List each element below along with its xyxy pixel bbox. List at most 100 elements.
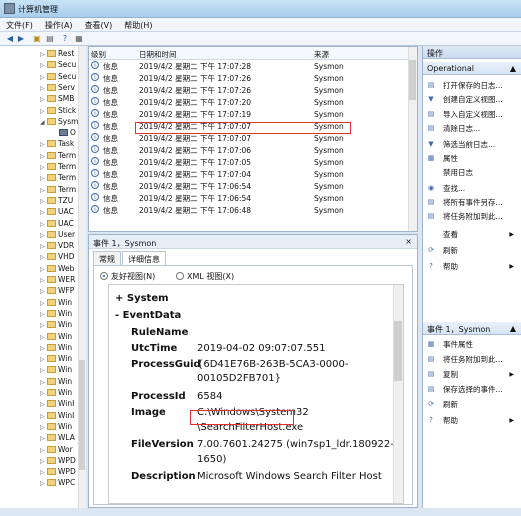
folder-icon (47, 389, 56, 396)
action-item[interactable]: ◉ 查找... (423, 182, 521, 195)
up-folder-icon[interactable]: ▣ (32, 34, 42, 44)
radio-friendly[interactable] (100, 272, 108, 280)
detail-scrollbar[interactable] (393, 285, 403, 503)
tab-details[interactable]: 详细信息 (122, 251, 166, 265)
action-item[interactable]: ▤ 打开保存的日志... (423, 79, 521, 92)
tree-item-label: Task (58, 139, 75, 149)
copy-icon: ▤ (427, 370, 435, 378)
folder-icon (47, 174, 56, 182)
menu-help[interactable]: 帮助(H) (118, 18, 158, 31)
tab-general[interactable]: 常规 (93, 251, 121, 265)
action-item[interactable]: ▤ 将任务附加到此... (423, 210, 521, 223)
back-icon[interactable]: ◀ (5, 34, 15, 44)
list-scroll-thumb[interactable] (409, 60, 416, 100)
action-item[interactable]: ▤ 将任务附加到此... (423, 353, 521, 366)
help-icon[interactable]: ? (60, 34, 70, 44)
task-icon: ▤ (427, 212, 435, 220)
action-item[interactable]: ? 帮助 ▶ (423, 260, 521, 273)
tree-scroll-thumb[interactable] (79, 360, 85, 470)
tree-item-label: User (58, 229, 76, 239)
system-node[interactable]: + System (115, 293, 169, 304)
action-item[interactable]: 禁用日志 (423, 166, 521, 179)
toolbar: ◀ ▶ ▣ ▤ ? ▦ (0, 32, 521, 46)
actions-section-operational[interactable]: Operational ▲ (423, 62, 521, 75)
processguid-key: ProcessGuid (131, 359, 201, 370)
cell-datetime: 2019/4/2 星期二 下午 17:07:05 (139, 158, 252, 167)
action-label: 查找... (443, 184, 466, 193)
cell-source: Sysmon (314, 170, 344, 179)
menu-action[interactable]: 操作(A) (39, 18, 79, 31)
menu-view[interactable]: 查看(V) (79, 18, 119, 31)
actions-section-event[interactable]: 事件 1，Sysmon ▲ (423, 322, 521, 335)
table-row[interactable]: i 信息 2019/4/2 星期二 下午 17:07:06 Sysmon (89, 145, 409, 157)
info-icon: i (91, 169, 99, 177)
table-row[interactable]: i 信息 2019/4/2 星期二 下午 17:07:26 Sysmon (89, 73, 409, 85)
detail-scroll-thumb[interactable] (394, 321, 402, 381)
expanded-triangle-icon[interactable]: ◢ (40, 117, 47, 128)
utctime-value: 2019-04-02 09:07:07.551 (197, 343, 326, 354)
action-item[interactable]: 查看 ▶ (423, 228, 521, 241)
table-row[interactable]: i 信息 2019/4/2 星期二 下午 17:07:28 Sysmon (89, 61, 409, 73)
info-icon: i (91, 193, 99, 201)
folder-icon (47, 332, 56, 340)
table-row[interactable]: i 信息 2019/4/2 星期二 下午 17:07:04 Sysmon (89, 169, 409, 181)
table-row[interactable]: i 信息 2019/4/2 星期二 下午 17:07:26 Sysmon (89, 85, 409, 97)
folder-icon (47, 140, 56, 148)
submenu-arrow-icon: ▶ (509, 231, 514, 238)
table-row[interactable]: i 信息 2019/4/2 星期二 下午 17:07:07 Sysmon (89, 133, 409, 145)
action-item[interactable]: ▤ 将所有事件另存... (423, 196, 521, 209)
view-xml-option[interactable]: XML 视图(X) (176, 271, 234, 282)
tree-item-label: TZU (58, 195, 74, 205)
list-header: 级别 日期和时间 来源 (89, 47, 409, 60)
collapse-up-icon: ▲ (509, 64, 516, 73)
table-row[interactable]: i 信息 2019/4/2 星期二 下午 17:07:19 Sysmon (89, 109, 409, 121)
tree-item-label: UAC (58, 207, 74, 217)
eventdata-node[interactable]: - EventData (115, 310, 181, 321)
cell-source: Sysmon (314, 134, 344, 143)
close-icon[interactable]: × (405, 237, 412, 246)
action-item[interactable]: ▤ 清除日志... (423, 122, 521, 135)
action-item[interactable]: ▤ 保存选择的事件... (423, 383, 521, 396)
column-level[interactable]: 级别 (91, 49, 106, 60)
show-tree-icon[interactable]: ▤ (45, 34, 55, 44)
help-icon: ? (429, 262, 433, 270)
column-datetime[interactable]: 日期和时间 (139, 49, 177, 60)
table-row[interactable]: i 信息 2019/4/2 星期二 下午 17:06:54 Sysmon (89, 181, 409, 193)
folder-icon (47, 242, 56, 250)
submenu-arrow-icon: ▶ (509, 417, 514, 424)
action-item[interactable]: ▦ 事件属性 (423, 338, 521, 351)
action-item[interactable]: ▦ 属性 (423, 152, 521, 165)
properties-icon[interactable]: ▦ (74, 34, 84, 44)
column-source[interactable]: 来源 (314, 49, 329, 60)
action-item[interactable]: ▤ 导入自定义视图... (423, 108, 521, 121)
radio-xml[interactable] (176, 272, 184, 280)
navigation-tree: ▷ Rest ▷ Secu ▷ Secu ▷ Serv ▷ SMB ▷ Stick ◢ Sysm O ▷ Tas… (0, 46, 86, 508)
action-label: 打开保存的日志... (443, 81, 503, 90)
table-row[interactable]: i 信息 2019/4/2 星期二 下午 17:06:54 Sysmon (89, 193, 409, 205)
folder-icon (47, 479, 56, 487)
cell-source: Sysmon (314, 158, 344, 167)
description-key: Description (131, 471, 196, 482)
table-row[interactable]: i 信息 2019/4/2 星期二 下午 17:07:05 Sysmon (89, 157, 409, 169)
action-item[interactable]: ? 帮助 ▶ (423, 414, 521, 427)
action-item[interactable]: ▼ 筛选当前日志... (423, 138, 521, 151)
fileversion-value-2: 1650) (197, 454, 227, 465)
folder-icon (47, 366, 56, 374)
forward-icon[interactable]: ▶ (16, 34, 26, 44)
folder-icon (47, 422, 56, 430)
expand-triangle-icon[interactable]: ▷ (40, 478, 47, 489)
menu-file[interactable]: 文件(F) (0, 18, 39, 31)
action-item[interactable]: ⟳ 刷新 (423, 244, 521, 257)
tree-item-label: WER (58, 275, 76, 284)
action-item[interactable]: ⟳ 刷新 (423, 398, 521, 411)
blank-icon (427, 169, 435, 176)
properties-icon: ▦ (427, 154, 435, 162)
submenu-arrow-icon: ▶ (509, 371, 514, 378)
folder-icon (47, 61, 56, 69)
table-row[interactable]: i 信息 2019/4/2 星期二 下午 17:07:20 Sysmon (89, 97, 409, 109)
action-item[interactable]: ▼ 创建自定义视图... (423, 93, 521, 106)
description-value: Microsoft Windows Search Filter Host (197, 471, 382, 482)
table-row[interactable]: i 信息 2019/4/2 星期二 下午 17:06:48 Sysmon (89, 205, 409, 217)
view-friendly-option[interactable]: 友好视图(N) (100, 271, 155, 282)
action-item[interactable]: ▤ 复制 ▶ (423, 368, 521, 381)
